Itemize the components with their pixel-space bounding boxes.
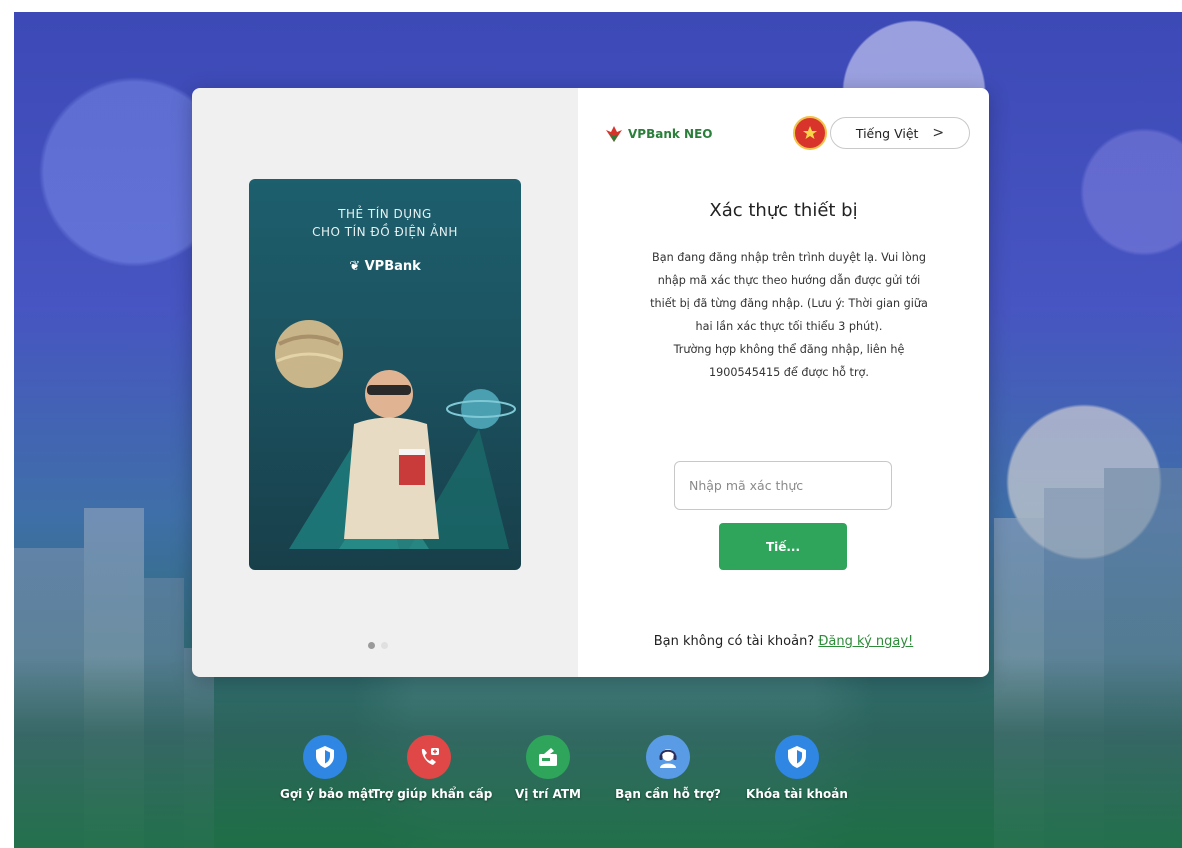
promo-panel: THẺ TÍN DỤNG CHO TÍN ĐỒ ĐIỆN ẢNH ❦ VPBan…: [192, 88, 578, 677]
promo-illustration: [275, 320, 516, 549]
verify-panel: VPBank NEO Tiếng Việt > Xác thực thiết b…: [578, 88, 989, 677]
footer-label: Trợ giúp khẩn cấp: [372, 787, 493, 801]
atm-icon: [526, 735, 570, 779]
emergency-help-button[interactable]: Trợ giúp khẩn cấp: [372, 735, 493, 801]
desc-line: nhập mã xác thực theo hướng dẫn được gửi…: [657, 274, 921, 287]
desc-line: 1900545415 để được hỗ trợ.: [709, 366, 869, 379]
footer-label: Khóa tài khoản: [746, 787, 848, 801]
verify-description: Bạn đang đăng nhập trên trình duyệt lạ. …: [604, 246, 974, 384]
carousel-dots: [368, 642, 388, 649]
vietnam-flag-icon[interactable]: [793, 116, 827, 150]
lock-account-button[interactable]: Khóa tài khoản: [744, 735, 850, 801]
desc-line: Trường hợp không thể đăng nhập, liên hệ: [673, 343, 905, 356]
desc-line: thiết bị đã từng đăng nhập. (Lưu ý: Thời…: [650, 297, 928, 310]
promo-banner[interactable]: THẺ TÍN DỤNG CHO TÍN ĐỒ ĐIỆN ẢNH ❦ VPBan…: [249, 179, 521, 570]
support-agent-icon: [646, 735, 690, 779]
shield-icon: [775, 735, 819, 779]
chevron-right-icon: >: [932, 125, 945, 141]
support-button[interactable]: Bạn cần hỗ trợ?: [610, 735, 726, 801]
verification-code-input[interactable]: [674, 461, 892, 510]
login-card: THẺ TÍN DỤNG CHO TÍN ĐỒ ĐIỆN ẢNH ❦ VPBan…: [192, 88, 989, 677]
emergency-call-icon: [407, 735, 451, 779]
desc-line: Bạn đang đăng nhập trên trình duyệt lạ. …: [652, 251, 926, 264]
saturn-icon: [446, 389, 516, 429]
language-selector[interactable]: Tiếng Việt >: [830, 117, 970, 149]
shield-icon: [303, 735, 347, 779]
footer-label: Vị trí ATM: [514, 787, 581, 801]
quick-actions-bar: Gợi ý bảo mật Trợ giúp khẩn cấp Vị trí A…: [280, 735, 940, 815]
continue-button[interactable]: Tiế...: [719, 523, 847, 570]
moviegoer-figure: [344, 370, 439, 539]
vpbank-logo-icon: [606, 126, 622, 142]
vpbank-neo-logo: VPBank NEO: [604, 125, 712, 143]
atm-location-button[interactable]: Vị trí ATM: [506, 735, 590, 801]
carousel-dot-2[interactable]: [381, 642, 388, 649]
carousel-dot-1[interactable]: [368, 642, 375, 649]
brand-name: VPBank NEO: [628, 127, 713, 141]
signup-row: Bạn không có tài khoản? Đăng ký ngay!: [578, 634, 989, 649]
desc-line: hai lần xác thực tối thiểu 3 phút).: [695, 320, 883, 333]
signup-link[interactable]: Đăng ký ngay!: [818, 634, 913, 649]
language-label: Tiếng Việt: [855, 125, 919, 141]
signup-prompt: Bạn không có tài khoản?: [653, 634, 815, 649]
planet-icon: [275, 320, 343, 388]
security-tips-button[interactable]: Gợi ý bảo mật: [280, 735, 374, 801]
page-title: Xác thực thiết bị: [709, 200, 858, 221]
footer-label: Gợi ý bảo mật: [280, 787, 374, 801]
footer-label: Bạn cần hỗ trợ?: [615, 787, 721, 801]
